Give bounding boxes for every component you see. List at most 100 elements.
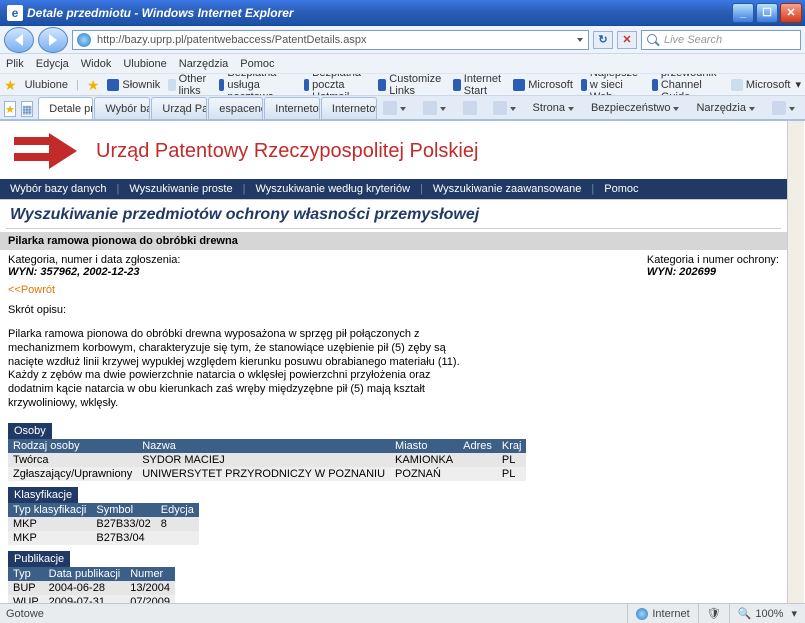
menu-item[interactable]: Pomoc <box>240 58 274 70</box>
meta-left-value: WYN: 357962, 2002-12-23 <box>8 266 139 278</box>
site-nav-item[interactable]: Wyszukiwanie zaawansowane <box>433 183 581 195</box>
zoom-icon: 🔍 <box>738 607 752 620</box>
menu-item[interactable]: Edycja <box>36 58 69 70</box>
search-box[interactable]: Live Search <box>641 30 801 50</box>
nav-forward-button[interactable] <box>38 27 68 53</box>
fav-link[interactable]: Bezpłatna poczta Hotmail <box>304 74 370 96</box>
refresh-button[interactable]: ↻ <box>593 31 613 49</box>
shield-icon: 🛡 <box>707 607 721 620</box>
meta-right-value: WYN: 202699 <box>647 266 716 278</box>
nav-back-button[interactable] <box>4 27 34 53</box>
internet-zone-icon <box>636 608 648 620</box>
site-nav: Wybór bazy danych| Wyszukiwanie proste| … <box>0 179 787 199</box>
window-titlebar: e Detale przedmiotu - Windows Internet E… <box>0 0 805 26</box>
stop-button[interactable]: ✕ <box>617 31 637 49</box>
fav-link[interactable]: Bezpłatna usługa pocztowa ... <box>219 74 296 96</box>
feeds-icon <box>423 101 437 115</box>
meta-right-label: Kategoria i numer ochrony: <box>647 254 779 266</box>
home-icon <box>383 101 397 115</box>
globe-icon <box>77 33 91 47</box>
tools-menu[interactable]: Narzędzia <box>691 100 761 116</box>
address-input[interactable] <box>95 33 573 47</box>
table-row: BUP2004-06-2813/2004 <box>8 581 175 595</box>
col-header: Adres <box>458 439 497 453</box>
site-nav-item[interactable]: Wyszukiwanie proste <box>129 183 232 195</box>
help-icon <box>772 101 786 115</box>
site-nav-item[interactable]: Wyszukiwanie według kryteriów <box>255 183 410 195</box>
col-header: Miasto <box>390 439 458 453</box>
print-button[interactable] <box>488 99 522 117</box>
minimize-button[interactable]: _ <box>732 3 754 23</box>
menu-bar: Plik Edycja Widok Ulubione Narzędzia Pom… <box>0 54 805 74</box>
favorites-star-icon[interactable]: ★ <box>4 78 17 92</box>
status-text: Gotowe <box>0 608 50 620</box>
site-nav-item[interactable]: Wybór bazy danych <box>10 183 107 195</box>
site-nav-item[interactable]: Pomoc <box>604 183 638 195</box>
favorites-bar: ★ Ulubione | ★ Słownik Other links Bezpł… <box>0 74 805 96</box>
desc-body: Pilarka ramowa pionowa do obróbki drewna… <box>8 328 472 411</box>
klas-table: Typ klasyfikacjiSymbolEdycja MKPB27B33/0… <box>8 503 199 545</box>
fav-link[interactable]: przewodnik Channel Guide <box>652 74 723 96</box>
tab[interactable]: Urząd Patentowy ... <box>151 97 207 119</box>
search-placeholder: Live Search <box>664 34 722 46</box>
print-icon <box>493 101 507 115</box>
fav-link[interactable]: Microsoft▾ <box>731 78 801 91</box>
feeds-button[interactable] <box>418 99 452 117</box>
menu-item[interactable]: Ulubione <box>123 58 166 70</box>
fav-link[interactable]: Microsoft <box>513 79 573 91</box>
desc-label: Skrót opisu: <box>8 304 472 316</box>
tab[interactable]: Internetowy Porta... <box>264 97 320 119</box>
section-klas-title: Klasyfikacje <box>8 487 78 503</box>
search-icon <box>646 33 660 47</box>
tab[interactable]: Wybór bazy danych <box>94 97 150 119</box>
help-button[interactable] <box>767 99 801 117</box>
address-bar[interactable] <box>72 30 589 50</box>
status-zone: Internet <box>627 604 697 623</box>
vertical-scrollbar[interactable] <box>787 121 804 603</box>
protected-mode-cell: 🛡 <box>698 604 729 623</box>
address-toolbar: ↻ ✕ Live Search <box>0 26 805 54</box>
menu-item[interactable]: Plik <box>6 58 24 70</box>
col-header: Kraj <box>497 439 527 453</box>
menu-item[interactable]: Widok <box>81 58 112 70</box>
safety-menu[interactable]: Bezpieczeństwo <box>586 100 686 116</box>
favorites-label: Ulubione <box>25 79 68 91</box>
fav-link[interactable]: Słownik <box>107 79 160 91</box>
tab-active[interactable]: Detale przedm...✕ <box>38 97 93 119</box>
menu-item[interactable]: Narzędzia <box>179 58 229 70</box>
col-header: Nazwa <box>137 439 390 453</box>
zoom-level[interactable]: 🔍100%▾ <box>729 604 805 623</box>
table-row: Zgłaszający/UprawnionyUNIWERSYTET PRZYRO… <box>8 467 526 481</box>
table-row: TwórcaSYDOR MACIEJKAMIONKAPL <box>8 453 526 467</box>
osoby-table: Rodzaj osoby Nazwa Miasto Adres Kraj Twó… <box>8 439 526 481</box>
table-row: WUP2009-07-3107/2009 <box>8 595 175 604</box>
close-button[interactable]: ✕ <box>780 3 802 23</box>
item-title: Pilarka ramowa pionowa do obróbki drewna <box>0 232 787 250</box>
maximize-button[interactable]: ☐ <box>756 3 778 23</box>
fav-link[interactable]: Internet Start <box>453 74 505 96</box>
fav-link[interactable]: Najlepsze w sieci Web <box>581 74 644 96</box>
col-header: Rodzaj osoby <box>8 439 137 453</box>
uprp-logo <box>14 131 84 171</box>
table-row: MKPB27B3/04 <box>8 531 199 545</box>
tab[interactable]: espacenet - Witry... <box>208 97 263 119</box>
ie-icon: e <box>7 5 23 21</box>
add-fav-icon[interactable]: ★ <box>87 78 100 92</box>
mail-button[interactable] <box>458 99 482 117</box>
tab[interactable]: Internetowy Porta... <box>321 97 377 119</box>
org-name: Urząd Patentowy Rzeczypospolitej Polskie… <box>96 140 478 163</box>
quick-tabs-button[interactable]: ▦ <box>21 101 33 117</box>
address-dropdown-icon[interactable] <box>577 36 584 43</box>
page-menu[interactable]: Strona <box>528 100 580 116</box>
fav-link[interactable]: Customize Links <box>378 74 445 96</box>
favorites-panel-button[interactable]: ★ <box>4 101 16 117</box>
home-button[interactable] <box>378 99 412 117</box>
window-title: Detale przedmiotu - Windows Internet Exp… <box>27 6 294 20</box>
page-subtitle: Wyszukiwanie przedmiotów ochrony własnoś… <box>0 199 787 228</box>
tab-strip: ★ ▦ Detale przedm...✕ Wybór bazy danych … <box>0 96 805 120</box>
fav-link[interactable]: Other links <box>168 74 211 96</box>
back-link[interactable]: <<Powrót <box>0 282 787 298</box>
status-bar: Gotowe Internet 🛡 🔍100%▾ <box>0 603 805 623</box>
meta-left-label: Kategoria, numer i data zgłoszenia: <box>8 254 180 266</box>
section-pub-title: Publikacje <box>8 551 70 567</box>
